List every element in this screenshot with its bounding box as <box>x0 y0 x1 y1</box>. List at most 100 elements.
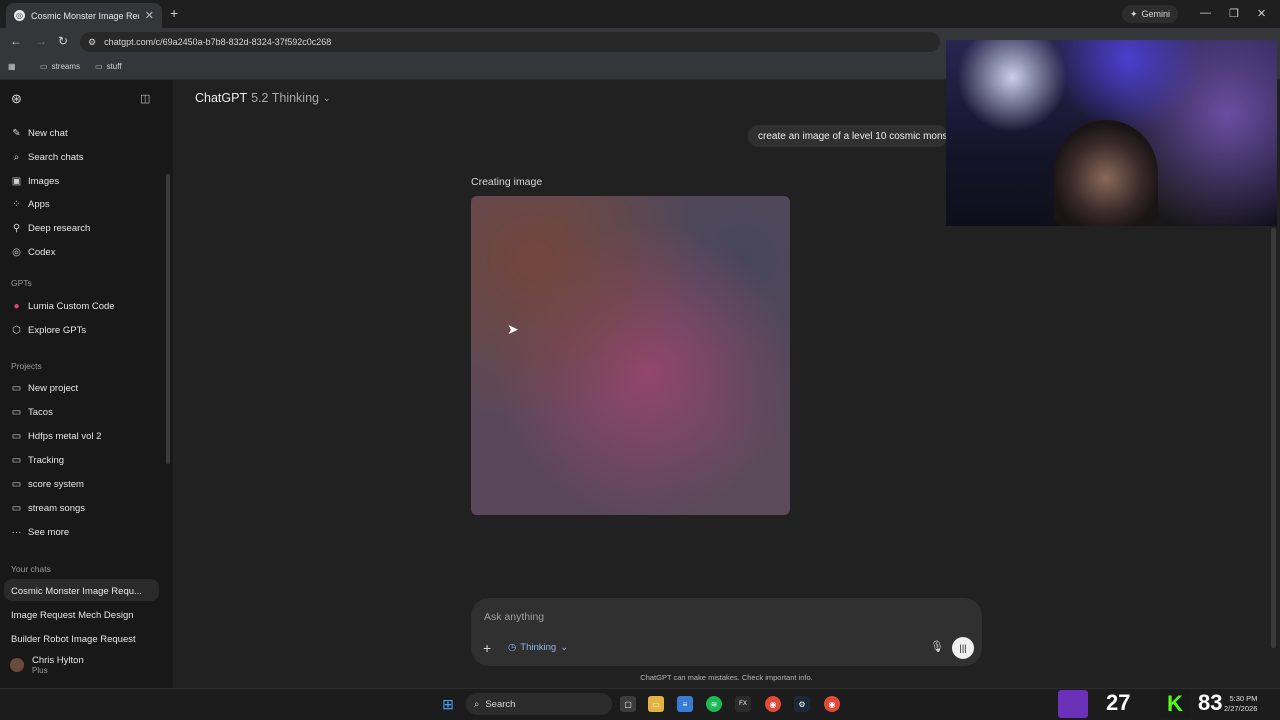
clock-time: 5:30 PM <box>1229 694 1258 703</box>
spotify-icon[interactable]: ≋ <box>706 696 722 712</box>
bookmark-streams[interactable]: ▭ streams <box>40 62 80 71</box>
chatgpt-favicon-icon: ◎ <box>14 10 25 21</box>
sidebar-item-explore-gpts[interactable]: ⬡ Explore GPTs <box>11 322 86 338</box>
user-account[interactable]: Chris Hylton Plus <box>10 655 84 675</box>
sidebar-item-search-chats[interactable]: ⌕ Search chats <box>11 149 84 165</box>
sidebar-item-score-system[interactable]: ▭ score system <box>11 476 84 492</box>
chevron-down-icon: ⌄ <box>560 642 569 653</box>
gpts-heading: GPTs <box>11 278 32 288</box>
hud-fx-icon[interactable]: FX <box>735 696 751 712</box>
folder-icon: ▭ <box>40 62 48 71</box>
mode-selector[interactable]: ◷ Thinking ⌄ <box>508 642 568 653</box>
folder-icon: ▭ <box>11 454 22 466</box>
sidebar-item-label: Tracking <box>28 454 65 466</box>
chrome-active-icon[interactable]: ◉ <box>824 696 840 712</box>
taskbar-search[interactable]: ⌕ Search <box>466 693 612 715</box>
chat-item-builder-robot[interactable]: Builder Robot Image Request <box>11 634 136 645</box>
sidebar-item-lumia[interactable]: ● Lumia Custom Code <box>11 298 115 314</box>
sidebar-item-label: Hdfps metal vol 2 <box>28 430 102 442</box>
reload-icon[interactable]: ↻ <box>58 34 68 48</box>
model-name: ChatGPT <box>195 91 248 105</box>
new-tab-icon[interactable]: + <box>170 5 178 21</box>
search-icon: ⌕ <box>474 698 480 710</box>
sidebar-item-stream-songs[interactable]: ▭ stream songs <box>11 500 85 516</box>
voice-mode-button[interactable]: ||| <box>952 637 974 659</box>
codex-icon: ◎ <box>12 246 21 258</box>
add-attachment-icon[interactable]: + <box>483 640 491 656</box>
sidebar-item-label: stream songs <box>28 502 86 514</box>
sidebar-item-label: Apps <box>28 198 50 210</box>
browser-tab[interactable]: ◎ Cosmic Monster Image Request ✕ <box>6 3 162 28</box>
model-version: 5.2 Thinking <box>251 91 319 105</box>
streamer-video <box>1054 120 1158 226</box>
image-status-text: Creating image <box>471 176 543 188</box>
gemini-icon: ✦ <box>1130 8 1138 19</box>
sidebar-item-apps[interactable]: ⁘ Apps <box>11 196 50 212</box>
task-view-icon[interactable]: ▢ <box>620 696 636 712</box>
close-window-icon[interactable]: ✕ <box>1257 7 1266 20</box>
sidebar-item-label: See more <box>28 526 70 538</box>
minimize-icon[interactable]: — <box>1200 7 1211 19</box>
user-message-text: create an image of a level 10 cosmic mon… <box>758 130 948 142</box>
url-text: chatgpt.com/c/69a2450a-b7b8-832d-8324-37… <box>104 37 332 47</box>
image-generation-placeholder <box>471 196 790 515</box>
folder-icon: ▭ <box>11 478 22 490</box>
pencil-icon: ✎ <box>12 127 21 139</box>
folder-icon: ▭ <box>95 62 103 71</box>
url-field[interactable]: ⚙ chatgpt.com/c/69a2450a-b7b8-832d-8324-… <box>80 32 940 52</box>
windows-start-icon[interactable]: ⊞ <box>440 696 456 712</box>
folder-icon: ▭ <box>11 502 22 514</box>
chat-item-mech-design[interactable]: Image Request Mech Design <box>11 610 134 621</box>
bookmark-label: stuff <box>106 62 122 71</box>
sidebar-scrollbar[interactable] <box>166 174 170 464</box>
sidebar-item-hdfps[interactable]: ▭ Hdfps metal vol 2 <box>11 428 102 444</box>
microphone-icon[interactable]: 🎙 <box>930 640 944 653</box>
openai-logo-icon[interactable]: ⊛ <box>11 91 22 107</box>
more-icon: ··· <box>11 526 22 538</box>
model-selector[interactable]: ChatGPT 5.2 Thinking ⌄ <box>195 91 331 105</box>
steam-icon[interactable]: ⚙ <box>794 696 810 712</box>
sidebar-item-new-project[interactable]: ▭ New project <box>11 380 78 396</box>
user-name: Chris Hylton <box>32 655 84 666</box>
sidebar-item-label: Explore GPTs <box>28 324 87 336</box>
projects-heading: Projects <box>11 361 42 371</box>
gemini-button[interactable]: ✦ Gemini <box>1122 5 1179 23</box>
system-clock[interactable]: 5:30 PM 2/27/2026 <box>1224 694 1257 714</box>
sidebar-item-tracking[interactable]: ▭ Tracking <box>11 452 64 468</box>
close-tab-icon[interactable]: ✕ <box>145 9 154 22</box>
chat-item-cosmic-monster[interactable]: Cosmic Monster Image Requ... <box>11 586 142 597</box>
bookmark-stuff[interactable]: ▭ stuff <box>95 62 122 71</box>
forward-icon[interactable]: → <box>35 34 47 48</box>
toggle-sidebar-icon[interactable]: ◫ <box>140 92 150 105</box>
folder-icon: ▭ <box>11 430 22 442</box>
sidebar-item-label: Lumia Custom Code <box>28 300 115 312</box>
search-icon: ⌕ <box>13 151 20 163</box>
thinking-clock-icon: ◷ <box>508 642 517 653</box>
sidebar-item-images[interactable]: ▣ Images <box>11 173 59 189</box>
sidebar-item-label: Codex <box>28 246 56 258</box>
your-chats-heading: Your chats <box>11 564 51 574</box>
chrome-icon[interactable]: ◉ <box>765 696 781 712</box>
sidebar-item-new-chat[interactable]: ✎ New chat <box>11 125 67 141</box>
sidebar-item-tacos[interactable]: ▭ Tacos <box>11 404 53 420</box>
notepad-icon[interactable]: ≡ <box>677 696 693 712</box>
twitch-viewer-count: 27 <box>1106 690 1131 715</box>
main-scrollbar[interactable] <box>1271 228 1276 648</box>
sidebar-item-see-more[interactable]: ··· See more <box>11 524 70 540</box>
sidebar-item-label: Deep research <box>28 222 91 234</box>
composer-input[interactable]: Ask anything <box>484 611 544 623</box>
sidebar-item-deep-research[interactable]: ⚲ Deep research <box>11 220 90 236</box>
back-icon[interactable]: ← <box>10 34 22 48</box>
file-explorer-icon[interactable]: ▭ <box>648 696 664 712</box>
bookmark-label: streams <box>51 62 81 71</box>
sidebar-item-label: Tacos <box>28 406 53 418</box>
apps-grid-icon[interactable]: ▦ <box>8 62 16 71</box>
site-info-icon[interactable]: ⚙ <box>88 37 96 48</box>
sidebar-item-label: Images <box>28 175 60 187</box>
restore-icon[interactable]: ❐ <box>1229 7 1239 20</box>
twitch-icon <box>1058 690 1088 718</box>
browser-tab-bar: ◎ Cosmic Monster Image Request ✕ + ✦ Gem… <box>0 0 1280 28</box>
avatar <box>10 658 24 672</box>
sidebar-item-codex[interactable]: ◎ Codex <box>11 244 55 260</box>
tab-title: Cosmic Monster Image Request <box>31 10 139 21</box>
